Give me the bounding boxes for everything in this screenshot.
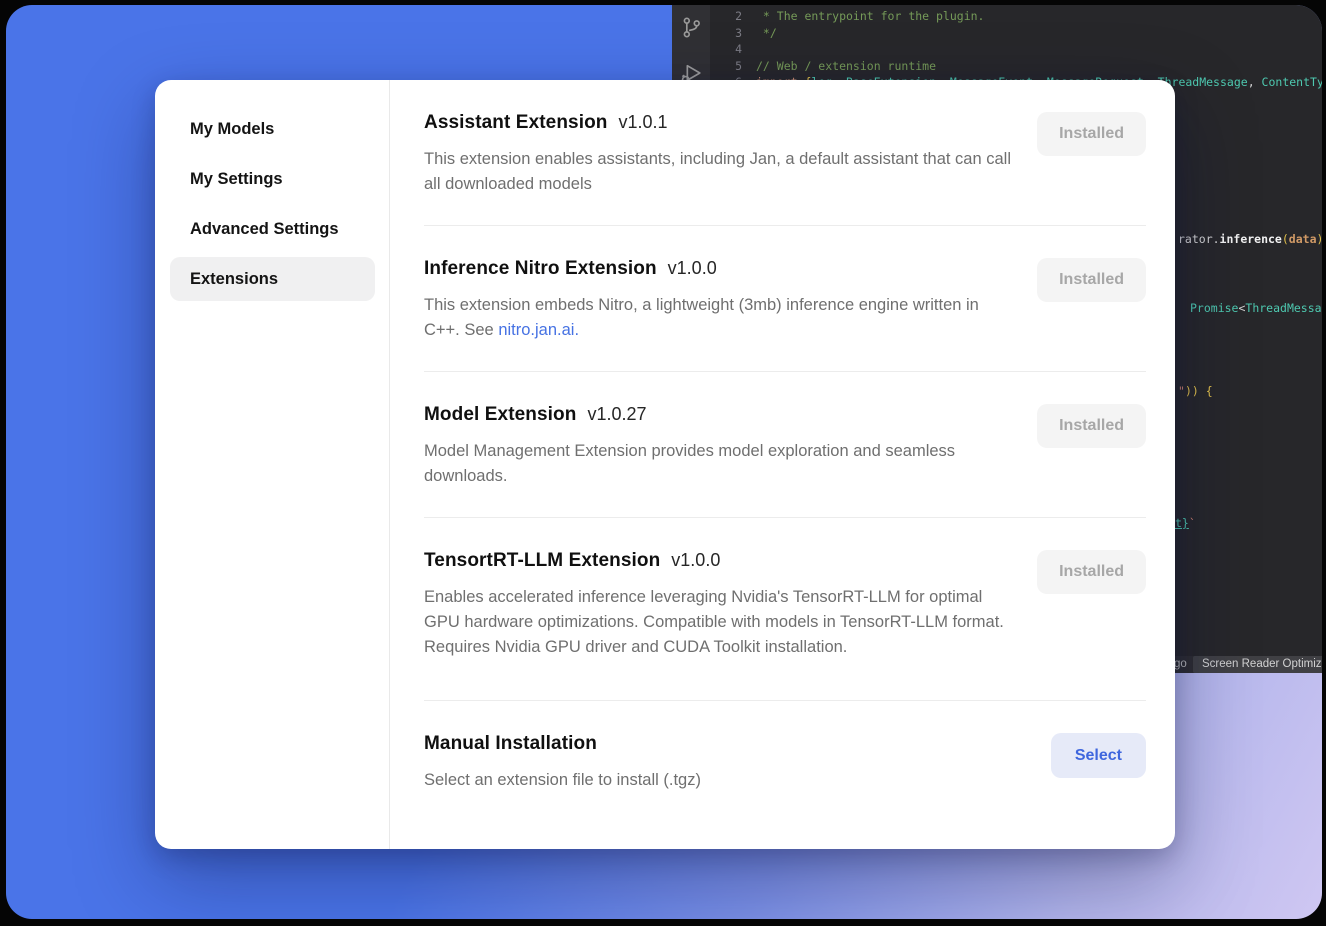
settings-sidebar: My Models My Settings Advanced Settings … bbox=[155, 80, 390, 849]
extension-name: Assistant Extension bbox=[424, 112, 608, 134]
extension-description: Enables accelerated inference leveraging… bbox=[424, 585, 1016, 660]
sidebar-item-my-settings[interactable]: My Settings bbox=[170, 157, 375, 201]
screen-reader-optimized-badge[interactable]: Screen Reader Optimized bbox=[1193, 656, 1322, 673]
extension-description: This extension embeds Nitro, a lightweig… bbox=[424, 293, 1016, 343]
code-fragment: ")) { bbox=[1178, 384, 1213, 399]
code-fragment: t}` bbox=[1175, 516, 1196, 531]
code-fragment: Promise<ThreadMessage> bbox=[1190, 301, 1322, 316]
extension-description: Model Management Extension provides mode… bbox=[424, 439, 1016, 489]
extension-version: v1.0.0 bbox=[671, 550, 720, 571]
extension-description: This extension enables assistants, inclu… bbox=[424, 147, 1016, 197]
source-control-icon[interactable] bbox=[679, 15, 704, 43]
status-bar-item[interactable]: go bbox=[1174, 658, 1187, 670]
select-file-button[interactable]: Select bbox=[1051, 733, 1146, 778]
manual-installation-description: Select an extension file to install (.tg… bbox=[424, 768, 701, 793]
installed-button[interactable]: Installed bbox=[1037, 550, 1146, 594]
settings-modal: My Models My Settings Advanced Settings … bbox=[155, 80, 1175, 849]
code-line: 3 */ bbox=[710, 25, 1322, 42]
code-line: 4 bbox=[710, 41, 1322, 58]
sidebar-item-my-models[interactable]: My Models bbox=[170, 107, 375, 151]
code-lines: 2 * The entrypoint for the plugin. 3 */ … bbox=[710, 8, 1322, 91]
code-line: 5// Web / extension runtime bbox=[710, 58, 1322, 75]
code-line: 2 * The entrypoint for the plugin. bbox=[710, 8, 1322, 25]
extension-version: v1.0.1 bbox=[619, 112, 668, 133]
extension-row-model: Model Extension v1.0.27 Model Management… bbox=[424, 372, 1146, 518]
extensions-list: Assistant Extension v1.0.1 This extensio… bbox=[390, 80, 1175, 849]
extension-name: Inference Nitro Extension bbox=[424, 258, 657, 280]
extension-row-assistant: Assistant Extension v1.0.1 This extensio… bbox=[424, 80, 1146, 226]
sidebar-item-advanced-settings[interactable]: Advanced Settings bbox=[170, 207, 375, 251]
extension-name: TensortRT-LLM Extension bbox=[424, 550, 660, 572]
installed-button[interactable]: Installed bbox=[1037, 404, 1146, 448]
manual-installation-title: Manual Installation bbox=[424, 733, 597, 755]
extension-version: v1.0.0 bbox=[668, 258, 717, 279]
code-fragment: rator.inference(data)); bbox=[1178, 232, 1322, 247]
extension-row-tensorrt-llm: TensortRT-LLM Extension v1.0.0 Enables a… bbox=[424, 518, 1146, 701]
window-background: 2 * The entrypoint for the plugin. 3 */ … bbox=[6, 5, 1322, 919]
installed-button[interactable]: Installed bbox=[1037, 112, 1146, 156]
sidebar-item-extensions[interactable]: Extensions bbox=[170, 257, 375, 301]
extension-version: v1.0.27 bbox=[587, 404, 646, 425]
nitro-jan-ai-link[interactable]: nitro.jan.ai. bbox=[498, 321, 579, 339]
manual-installation-row: Manual Installation Select an extension … bbox=[424, 701, 1146, 821]
installed-button[interactable]: Installed bbox=[1037, 258, 1146, 302]
extension-name: Model Extension bbox=[424, 404, 576, 426]
extension-row-inference-nitro: Inference Nitro Extension v1.0.0 This ex… bbox=[424, 226, 1146, 372]
